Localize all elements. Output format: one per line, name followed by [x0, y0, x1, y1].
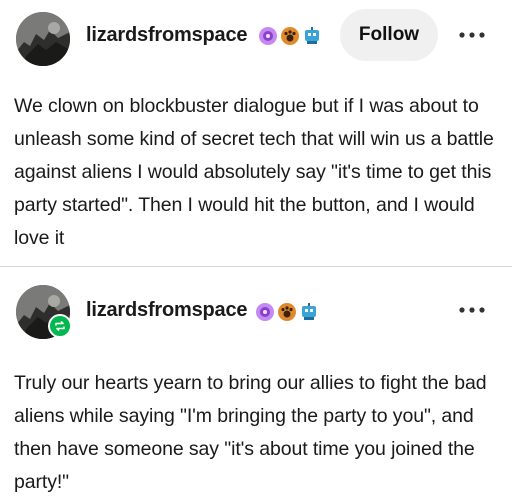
badges — [255, 300, 319, 324]
post-body: We clown on blockbuster dialogue but if … — [14, 95, 494, 249]
username[interactable]: lizardsfromspace — [86, 299, 248, 322]
robot-badge-icon[interactable] — [302, 26, 322, 46]
post: lizardsfromspace Follow We clown on bloc… — [0, 0, 512, 267]
orange-paw-badge-icon[interactable] — [277, 302, 297, 322]
purple-flower-badge-icon[interactable] — [258, 26, 278, 46]
ellipsis-icon — [459, 32, 485, 38]
avatar-image — [16, 12, 70, 66]
badges — [258, 24, 322, 48]
ellipsis-icon — [459, 307, 485, 313]
orange-paw-badge-icon[interactable] — [280, 26, 300, 46]
more-options-button[interactable] — [455, 18, 489, 52]
post-header: lizardsfromspace Follow — [0, 0, 512, 70]
robot-badge-icon[interactable] — [299, 302, 319, 322]
reblog-icon — [55, 321, 65, 331]
post-header: lizardsfromspace — [0, 267, 512, 339]
post: lizardsfromspace Truly our hearts yearn … — [0, 267, 512, 504]
purple-flower-badge-icon[interactable] — [255, 302, 275, 322]
reblog-badge — [48, 314, 72, 338]
avatar[interactable] — [16, 12, 70, 66]
username[interactable]: lizardsfromspace — [86, 24, 248, 47]
follow-button[interactable]: Follow — [340, 9, 438, 61]
post-body: Truly our hearts yearn to bring our alli… — [14, 372, 487, 493]
more-options-button[interactable] — [455, 293, 489, 327]
